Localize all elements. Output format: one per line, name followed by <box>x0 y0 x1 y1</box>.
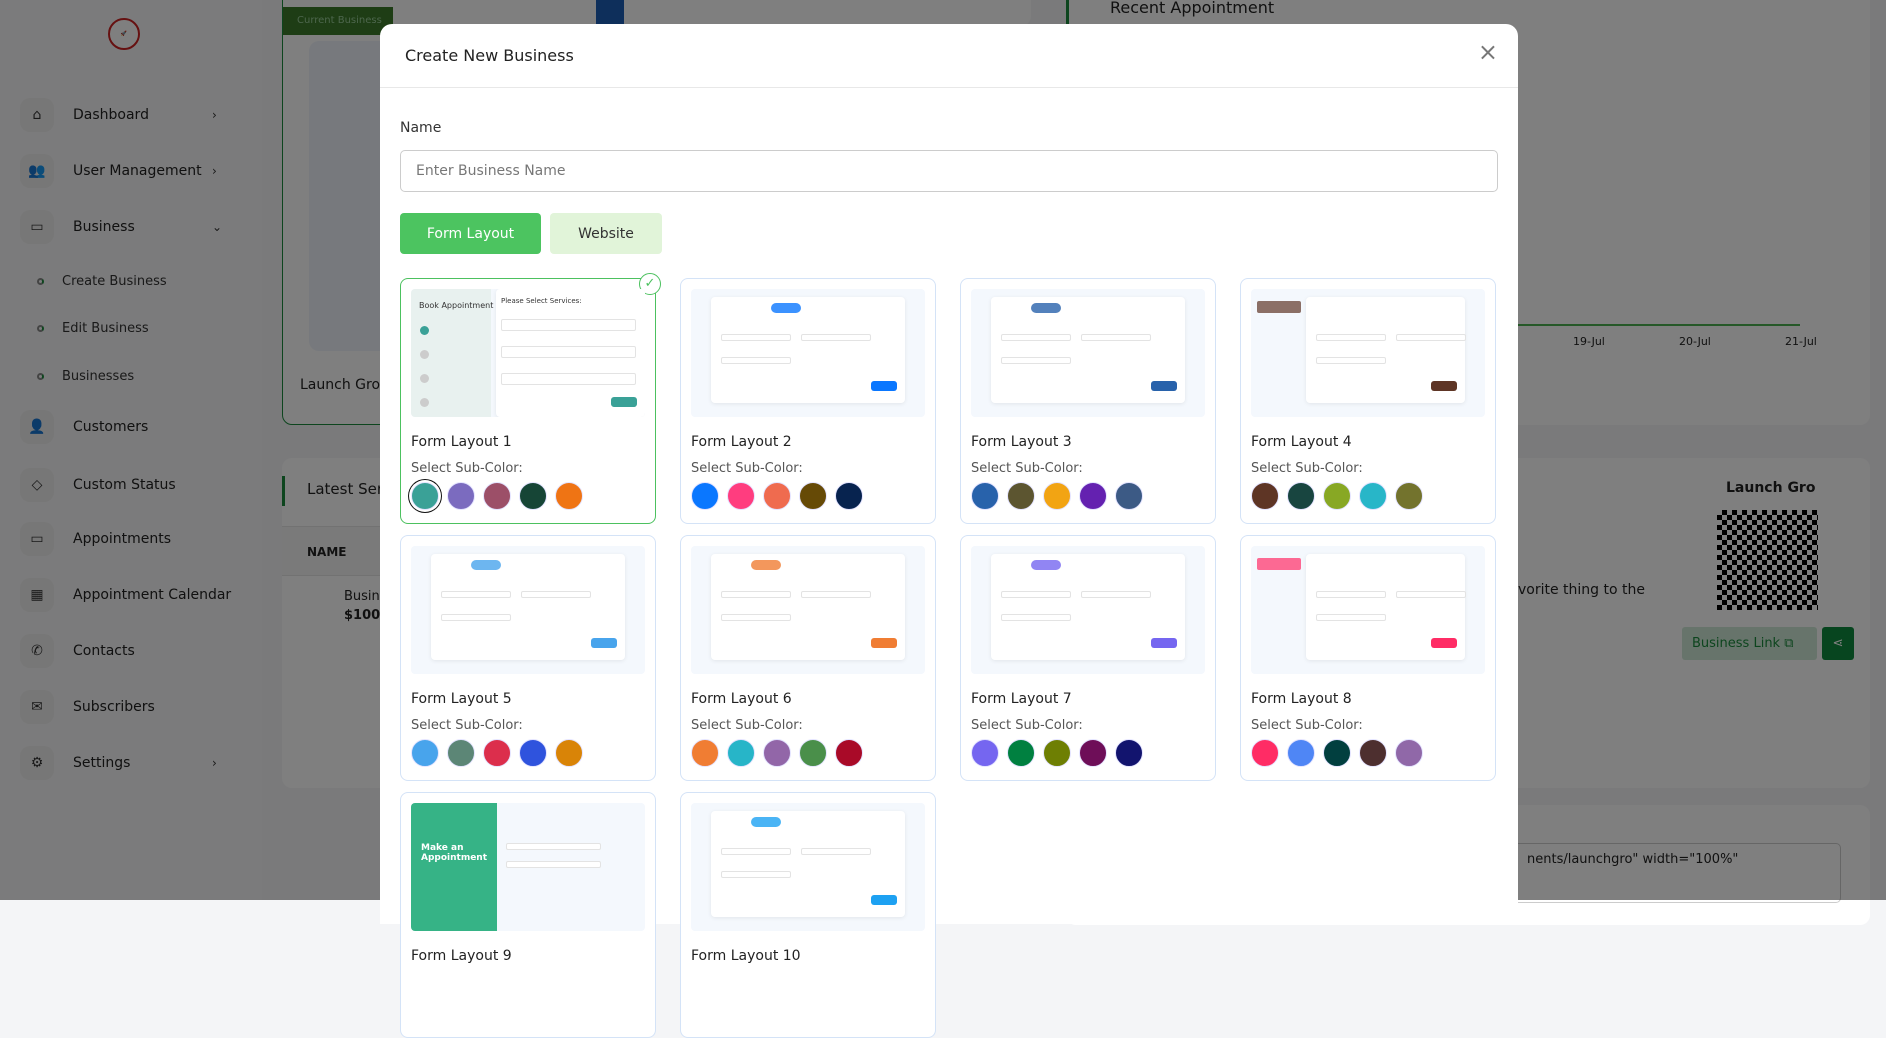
layout-title: Form Layout 1 <box>411 434 512 450</box>
layout-preview <box>411 546 645 674</box>
tab-form-layout[interactable]: Form Layout <box>400 213 541 254</box>
tab-website[interactable]: Website <box>550 213 662 254</box>
layout-preview <box>1251 546 1485 674</box>
color-swatch[interactable] <box>691 739 719 767</box>
create-business-modal: Create New Business × Name Form Layout W… <box>380 24 1518 1038</box>
form-layout-card-6[interactable]: Form Layout 6 Select Sub-Color: <box>680 535 936 781</box>
layout-title: Form Layout 6 <box>691 691 792 707</box>
layout-preview: Book Appointment Please Select Services: <box>411 289 645 417</box>
name-label: Name <box>400 120 442 136</box>
sub-color-label: Select Sub-Color: <box>1251 718 1363 733</box>
form-layout-card-8[interactable]: Form Layout 8 Select Sub-Color: <box>1240 535 1496 781</box>
close-icon[interactable]: × <box>1478 38 1498 66</box>
business-name-input[interactable] <box>400 150 1498 192</box>
layout-grid: ✓ Book Appointment Please Select Service… <box>400 273 1496 1038</box>
sub-color-label: Select Sub-Color: <box>971 718 1083 733</box>
color-swatch[interactable] <box>1043 482 1071 510</box>
color-swatch[interactable] <box>799 482 827 510</box>
color-swatch[interactable] <box>1359 739 1387 767</box>
layout-title: Form Layout 4 <box>1251 434 1352 450</box>
layout-title: Form Layout 7 <box>971 691 1072 707</box>
form-layout-card-4[interactable]: Form Layout 4 Select Sub-Color: <box>1240 278 1496 524</box>
form-layout-card-1[interactable]: ✓ Book Appointment Please Select Service… <box>400 273 661 524</box>
color-swatch[interactable] <box>1115 482 1143 510</box>
form-layout-card-5[interactable]: Form Layout 5 Select Sub-Color: <box>400 535 656 781</box>
layout-preview: Make an Appointment <box>411 803 645 931</box>
preview-subheading: Please Select Services: <box>501 297 582 305</box>
color-swatch[interactable] <box>411 482 439 510</box>
color-swatch[interactable] <box>1043 739 1071 767</box>
sub-color-label: Select Sub-Color: <box>691 718 803 733</box>
color-swatch[interactable] <box>799 739 827 767</box>
color-swatch[interactable] <box>447 739 475 767</box>
sub-color-label: Select Sub-Color: <box>411 461 523 476</box>
modal-title: Create New Business <box>405 46 574 65</box>
layout-preview <box>971 546 1205 674</box>
color-swatch[interactable] <box>1007 739 1035 767</box>
color-swatch[interactable] <box>971 739 999 767</box>
color-swatch[interactable] <box>763 739 791 767</box>
form-layout-card-2[interactable]: Form Layout 2 Select Sub-Color: <box>680 278 936 524</box>
color-swatch[interactable] <box>411 739 439 767</box>
color-swatch[interactable] <box>483 482 511 510</box>
color-swatch[interactable] <box>1359 482 1387 510</box>
color-swatch[interactable] <box>1115 739 1143 767</box>
layout-preview <box>691 546 925 674</box>
color-swatch[interactable] <box>1287 739 1315 767</box>
color-swatch[interactable] <box>1395 482 1423 510</box>
layout-title: Form Layout 3 <box>971 434 1072 450</box>
layout-preview <box>691 803 925 931</box>
color-swatch[interactable] <box>1287 482 1315 510</box>
layout-title: Form Layout 8 <box>1251 691 1352 707</box>
form-layout-card-10[interactable]: Form Layout 10 <box>680 792 936 1038</box>
layout-title: Form Layout 2 <box>691 434 792 450</box>
color-swatch[interactable] <box>835 482 863 510</box>
color-swatch[interactable] <box>971 482 999 510</box>
layout-preview <box>1251 289 1485 417</box>
color-swatch[interactable] <box>555 482 583 510</box>
color-swatch[interactable] <box>727 739 755 767</box>
form-layout-card-3[interactable]: Form Layout 3 Select Sub-Color: <box>960 278 1216 524</box>
color-swatch[interactable] <box>519 739 547 767</box>
layout-title: Form Layout 5 <box>411 691 512 707</box>
layout-preview <box>691 289 925 417</box>
color-swatch[interactable] <box>447 482 475 510</box>
color-swatch[interactable] <box>1079 482 1107 510</box>
preview-heading: Make an Appointment <box>421 843 488 863</box>
color-swatch[interactable] <box>555 739 583 767</box>
color-swatch[interactable] <box>1251 482 1279 510</box>
color-swatch[interactable] <box>519 482 547 510</box>
layout-title: Form Layout 9 <box>411 948 512 964</box>
color-swatch[interactable] <box>691 482 719 510</box>
color-swatch[interactable] <box>483 739 511 767</box>
color-swatch[interactable] <box>1323 482 1351 510</box>
color-swatch[interactable] <box>1007 482 1035 510</box>
color-swatch[interactable] <box>1323 739 1351 767</box>
form-layout-card-9[interactable]: Make an Appointment Form Layout 9 <box>400 792 656 1038</box>
sub-color-label: Select Sub-Color: <box>411 718 523 733</box>
color-swatch[interactable] <box>1079 739 1107 767</box>
color-swatch[interactable] <box>835 739 863 767</box>
color-swatch[interactable] <box>763 482 791 510</box>
sub-color-label: Select Sub-Color: <box>1251 461 1363 476</box>
color-swatch[interactable] <box>1395 739 1423 767</box>
form-layout-card-7[interactable]: Form Layout 7 Select Sub-Color: <box>960 535 1216 781</box>
sub-color-label: Select Sub-Color: <box>971 461 1083 476</box>
layout-preview <box>971 289 1205 417</box>
color-swatch[interactable] <box>727 482 755 510</box>
sub-color-label: Select Sub-Color: <box>691 461 803 476</box>
layout-title: Form Layout 10 <box>691 948 801 964</box>
preview-heading: Book Appointment <box>419 301 494 310</box>
color-swatch[interactable] <box>1251 739 1279 767</box>
